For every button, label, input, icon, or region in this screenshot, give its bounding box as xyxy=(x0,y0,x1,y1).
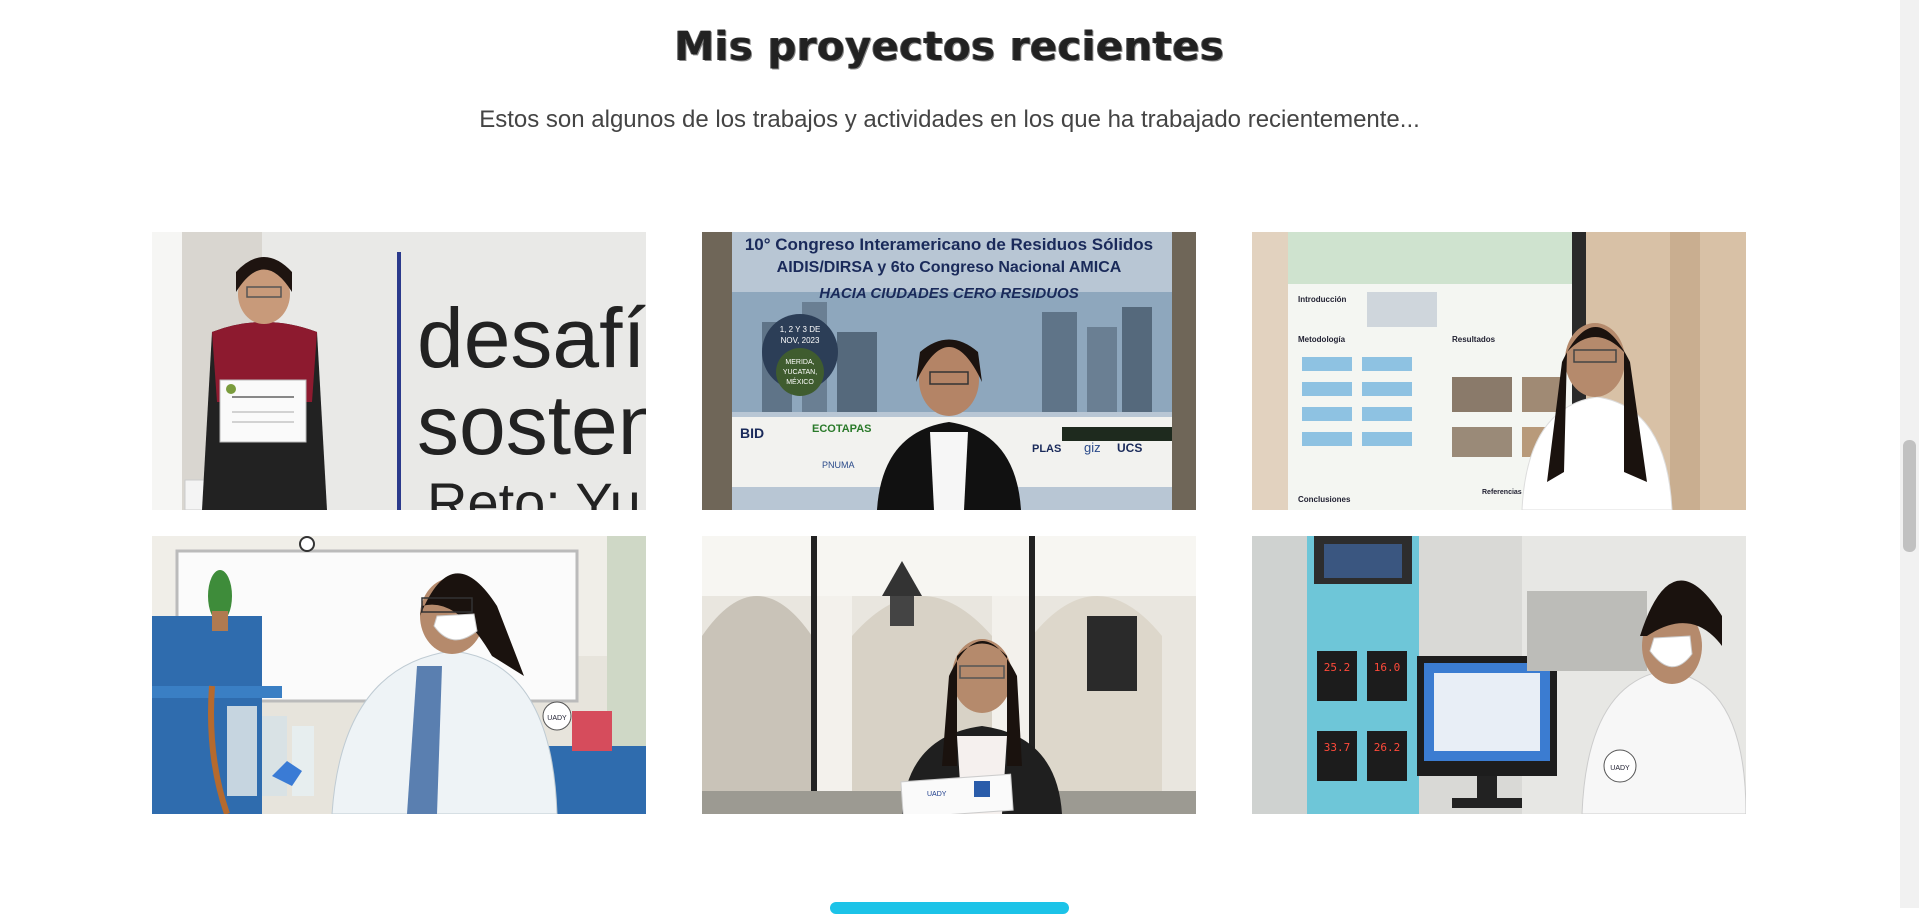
logo-5: UCS xyxy=(1117,441,1142,455)
projects-gallery: desafí sosten Reto: Yu 10° Congreso Inte… xyxy=(152,232,1747,815)
photo-poster-presentation: 11 Introducción Metodología Resultados C… xyxy=(1252,232,1746,510)
badge-line-1: 1, 2 Y 3 DE xyxy=(780,325,821,334)
wall-text-1: desafí xyxy=(417,291,646,385)
photo-reactor-control-panel: 25.2 16.0 33.7 26.2 UADY xyxy=(1252,536,1746,814)
display-3: 33.7 xyxy=(1324,741,1351,754)
project-photo-4[interactable]: UADY xyxy=(152,536,646,814)
badge-line-5: MÉXICO xyxy=(786,377,814,386)
project-photo-5[interactable]: UADY xyxy=(702,536,1196,814)
project-photo-3[interactable]: 11 Introducción Metodología Resultados C… xyxy=(1252,232,1746,510)
poster-section-2: Resultados xyxy=(1452,335,1496,344)
poster-section-3: Conclusiones xyxy=(1298,495,1351,504)
wall-text-3: Reto: Yu xyxy=(427,471,641,510)
flyer-text: UADY xyxy=(927,791,947,798)
section-title: Mis proyectos recientes xyxy=(674,24,1225,70)
banner-line-1: 10° Congreso Interamericano de Residuos … xyxy=(745,235,1153,254)
photo-certificate-wall: desafí sosten Reto: Yu xyxy=(152,232,646,510)
badge-line-2: NOV, 2023 xyxy=(781,336,820,345)
coat-logo: UADY xyxy=(1610,765,1630,772)
banner-line-3: HACIA CIUDADES CERO RESIDUOS xyxy=(819,285,1078,302)
view-more-button[interactable] xyxy=(830,902,1069,914)
logo-3: PNUMA xyxy=(822,460,855,470)
page-scrollbar[interactable] xyxy=(1900,0,1919,908)
logo-4: giz xyxy=(1084,440,1101,455)
poster-section-1: Metodología xyxy=(1298,335,1346,344)
project-photo-6[interactable]: 25.2 16.0 33.7 26.2 UADY xyxy=(1252,536,1746,814)
badge-line-4: YUCATAN, xyxy=(783,369,817,376)
logo-1: BID xyxy=(740,425,764,441)
photo-courtyard-portrait: UADY xyxy=(702,536,1196,814)
project-photo-1[interactable]: desafí sosten Reto: Yu xyxy=(152,232,646,510)
project-photo-2[interactable]: 10° Congreso Interamericano de Residuos … xyxy=(702,232,1196,510)
photo-laboratory-work: UADY xyxy=(152,536,646,814)
display-2: 16.0 xyxy=(1374,661,1401,674)
wall-text-2: sosten xyxy=(417,378,646,472)
logo-6: PLAS xyxy=(1032,443,1061,455)
scrollbar-thumb[interactable] xyxy=(1903,440,1916,552)
display-4: 26.2 xyxy=(1374,741,1401,754)
photo-congress-banner: 10° Congreso Interamericano de Residuos … xyxy=(702,232,1196,510)
coat-logo: UADY xyxy=(547,715,567,722)
badge-line-3: MERIDA, xyxy=(785,359,814,366)
poster-heading: Introducción xyxy=(1298,295,1347,304)
section-subtitle: Estos son algunos de los trabajos y acti… xyxy=(479,106,1420,133)
banner-line-2: AIDIS/DIRSA y 6to Congreso Nacional AMIC… xyxy=(777,259,1122,276)
display-1: 25.2 xyxy=(1324,661,1351,674)
logo-2: ECOTAPAS xyxy=(812,423,872,435)
poster-section-4: Referencias xyxy=(1482,489,1522,496)
